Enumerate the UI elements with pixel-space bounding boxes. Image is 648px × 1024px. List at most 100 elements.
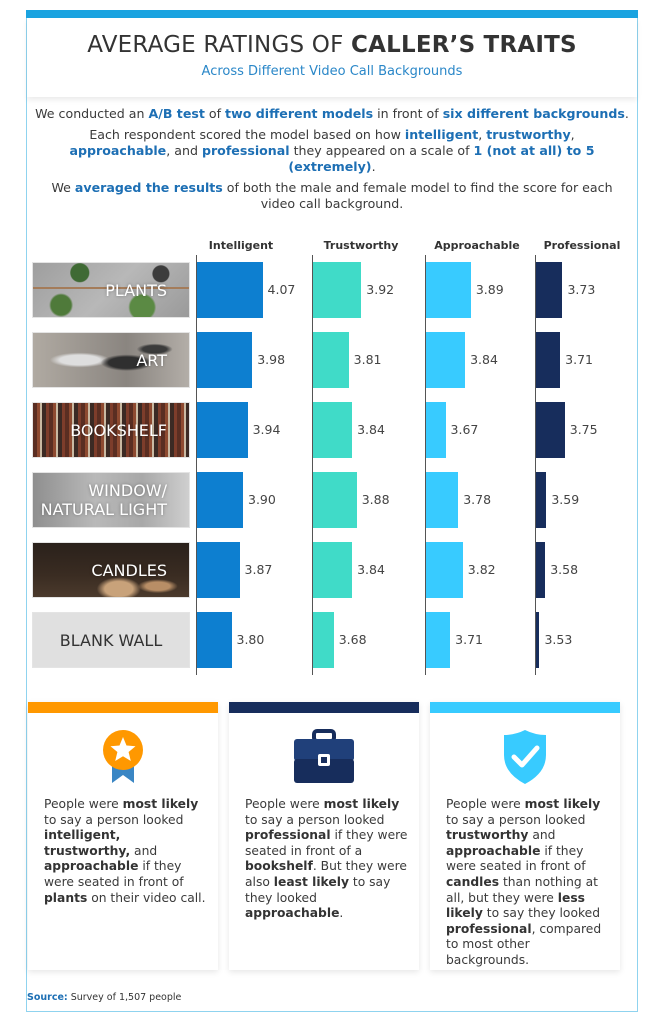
bar-professional-candles	[536, 542, 546, 598]
emphasis-text: two different models	[225, 106, 374, 121]
value-label-intelligent-bookshelf: 3.94	[252, 422, 281, 437]
value-label-trustworthy-plants: 3.92	[366, 282, 395, 297]
bar-intelligent-candles	[197, 542, 240, 598]
source-note: Source: Survey of 1,507 people	[27, 992, 181, 1003]
emphasis-text: intelligent	[404, 127, 479, 142]
body-text: to say a person looked	[245, 812, 385, 827]
value-label-trustworthy-art: 3.81	[353, 352, 382, 367]
value-label-approachable-candles: 3.82	[467, 562, 496, 577]
background-thumbnail-plants: PLANTS	[32, 262, 190, 318]
bar-approachable-window-natural-light	[426, 472, 459, 528]
bar-intelligent-blank-wall	[197, 612, 232, 668]
bar-trustworthy-art	[313, 332, 349, 388]
body-text: to say a person looked	[446, 812, 586, 827]
emphasis-text: professional	[446, 921, 532, 936]
insight-card-candles: People were most likely to say a person …	[430, 702, 620, 970]
bar-approachable-candles	[426, 542, 463, 598]
value-label-trustworthy-blank-wall: 3.68	[338, 632, 367, 647]
body-text: Each respondent scored the model based o…	[89, 127, 405, 142]
header: AVERAGE RATINGS OF CALLER’S TRAITS Acros…	[27, 18, 637, 97]
value-label-trustworthy-window-natural-light: 3.88	[361, 492, 390, 507]
insight-card-plants: People were most likely to say a person …	[28, 702, 218, 970]
bar-professional-plants	[536, 262, 563, 318]
background-thumbnail-window-natural-light: WINDOW/NATURAL LIGHT	[32, 472, 190, 528]
value-label-professional-candles: 3.58	[550, 562, 579, 577]
value-label-professional-plants: 3.73	[567, 282, 596, 297]
value-label-approachable-bookshelf: 3.67	[450, 422, 479, 437]
emphasis-text: A/B test	[148, 106, 205, 121]
briefcase-icon	[294, 729, 354, 783]
category-label: BOOKSHELF	[70, 420, 167, 440]
bar-trustworthy-blank-wall	[313, 612, 334, 668]
emphasis-text: professional	[245, 828, 331, 843]
bar-approachable-plants	[426, 262, 471, 318]
award-ribbon-icon	[103, 730, 143, 783]
value-label-intelligent-plants: 4.07	[267, 282, 296, 297]
emphasis-text: most likely	[524, 797, 601, 811]
value-label-trustworthy-candles: 3.84	[357, 562, 385, 577]
column-header-approachable: Approachable	[434, 239, 520, 252]
bar-intelligent-bookshelf	[197, 402, 248, 458]
body-text: People were	[44, 797, 123, 811]
emphasis-text: least likely	[273, 874, 349, 889]
value-label-professional-bookshelf: 3.75	[569, 422, 598, 437]
category-label: ART	[136, 350, 167, 370]
category-label: PLANTS	[105, 280, 167, 300]
card-accent-bar	[229, 702, 419, 713]
emphasis-text: approachable	[245, 906, 340, 921]
page-subtitle: Across Different Video Call Backgrounds	[201, 64, 463, 79]
body-text: on their video call.	[87, 890, 206, 905]
bar-approachable-art	[426, 332, 466, 388]
body-text: of both the male and female model to fin…	[222, 180, 613, 211]
emphasis-text: trustworthy	[446, 828, 529, 843]
title-bold: CALLER’S TRAITS	[351, 32, 577, 58]
emphasis-text: most likely	[323, 797, 400, 811]
emphasis-text: bookshelf	[245, 859, 313, 874]
emphasis-text: trustworthy	[486, 127, 571, 142]
value-label-approachable-art: 3.84	[470, 352, 498, 367]
page-title: AVERAGE RATINGS OF CALLER’S TRAITS	[27, 32, 637, 58]
body-text: and	[130, 843, 158, 858]
body-text: in front of	[373, 106, 443, 121]
emphasis-text: most likely	[122, 797, 199, 811]
category-label: BLANK WALL	[59, 630, 163, 650]
value-label-professional-window-natural-light: 3.59	[551, 492, 580, 507]
top-accent-bar	[26, 10, 638, 18]
emphasis-text: approachable	[44, 859, 139, 874]
body-text: People were	[245, 797, 324, 811]
bar-approachable-bookshelf	[426, 402, 446, 458]
body-text: of	[204, 106, 226, 121]
bar-trustworthy-bookshelf	[313, 402, 353, 458]
value-label-professional-art: 3.71	[565, 352, 593, 367]
body-text: and	[528, 828, 556, 843]
bar-trustworthy-window-natural-light	[313, 472, 357, 528]
body-text: .	[624, 106, 629, 121]
intro-text: We conducted an A/B test of two differen…	[27, 106, 637, 217]
bar-professional-window-natural-light	[536, 472, 547, 528]
category-label: WINDOW/NATURAL LIGHT	[40, 481, 167, 519]
card-accent-bar	[28, 702, 218, 713]
value-label-intelligent-window-natural-light: 3.90	[248, 492, 276, 507]
value-label-intelligent-art: 3.98	[257, 352, 286, 367]
body-text: .	[371, 159, 376, 174]
emphasis-text: plants	[44, 890, 88, 905]
background-thumbnail-bookshelf: BOOKSHELF	[32, 402, 190, 458]
card-text: People were most likely to say a person …	[28, 797, 218, 906]
insight-card-bookshelf: People were most likely to say a person …	[229, 702, 419, 970]
body-text: they appeared on a scale of	[289, 143, 474, 158]
column-header-intelligent: Intelligent	[208, 239, 274, 252]
value-label-approachable-window-natural-light: 3.78	[463, 492, 492, 507]
title-plain: AVERAGE RATINGS OF	[87, 32, 352, 58]
background-thumbnail-blank-wall: BLANK WALL	[32, 612, 190, 668]
value-label-approachable-plants: 3.89	[475, 282, 504, 297]
emphasis-text: approachable	[446, 843, 541, 858]
card-accent-bar	[430, 702, 620, 713]
value-label-trustworthy-bookshelf: 3.84	[357, 422, 385, 437]
value-label-professional-blank-wall: 3.53	[544, 632, 573, 647]
emphasis-text: intelligent, trustworthy,	[44, 828, 131, 858]
intro-paragraph-3: We averaged the results of both the male…	[27, 180, 637, 212]
body-text: We	[51, 180, 75, 195]
body-text: , and	[166, 143, 202, 158]
body-text: People were	[446, 797, 525, 811]
bar-professional-blank-wall	[536, 612, 540, 668]
